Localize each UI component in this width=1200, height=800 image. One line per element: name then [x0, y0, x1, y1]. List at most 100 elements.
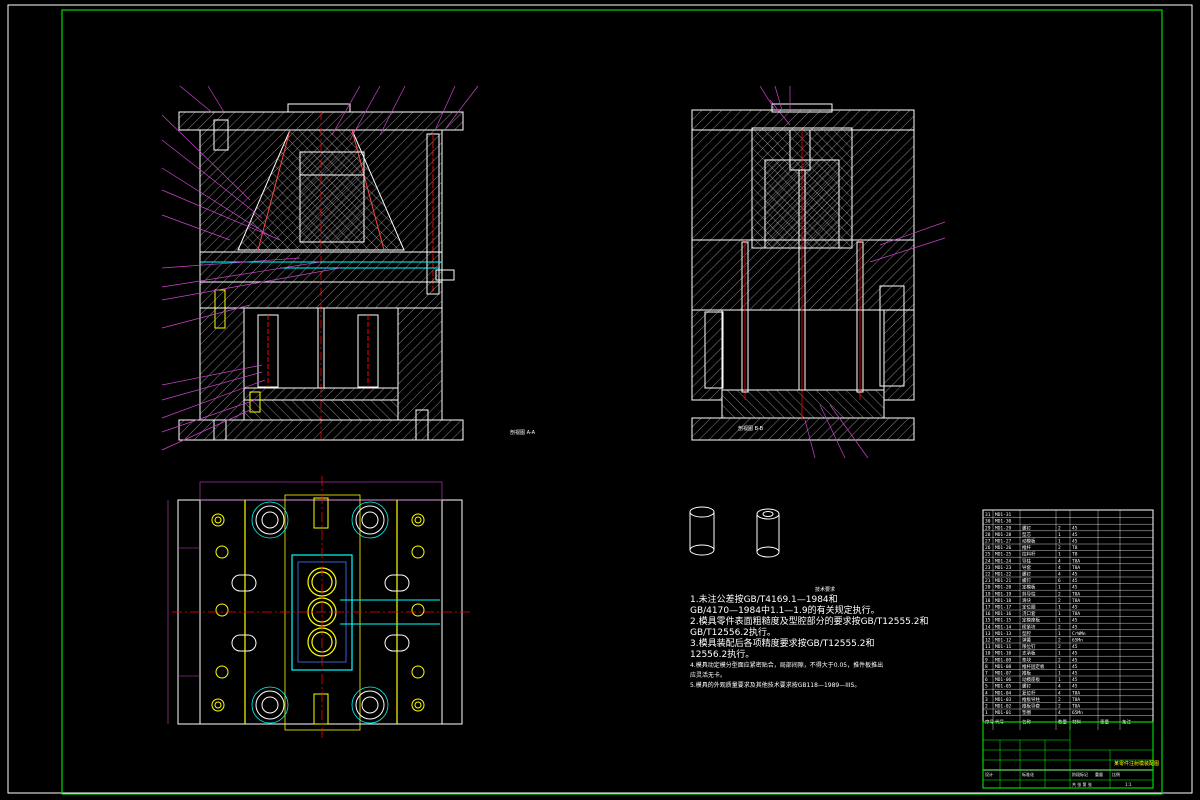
bom-cell: 定位圈: [1022, 604, 1036, 611]
bom-cell: MD1-01: [995, 710, 1012, 716]
bom-cell: 2: [985, 704, 988, 710]
bom-cell: MD1-02: [995, 704, 1012, 710]
bom-cell: 斜导柱: [1022, 590, 1036, 597]
bom-cell: 推板导套: [1022, 703, 1040, 710]
bom-cell: 45: [1072, 651, 1078, 657]
bom-cell: 21: [985, 578, 991, 584]
bom-cell: 45: [1072, 684, 1078, 690]
scale-value: 1:1: [1125, 782, 1132, 787]
bom-cell: 26: [985, 545, 991, 551]
bom-cell: 45: [1072, 664, 1078, 670]
bom-cell: 楔紧块: [1022, 623, 1036, 630]
bom-cell: 1: [1058, 664, 1061, 670]
bom-cell: 31: [985, 512, 991, 518]
bom-cell: 12: [985, 638, 991, 644]
bom-cell: 19: [985, 591, 991, 597]
front-section-view: 剖视图 A-A: [161, 85, 536, 451]
bom-cell: 65Mn: [1072, 638, 1083, 644]
bom-cell: MD1-16: [995, 611, 1012, 617]
bom-cell: 4: [1058, 572, 1061, 578]
bom-cell: MD1-11: [995, 644, 1012, 650]
bom-cell: MD1-09: [995, 657, 1012, 663]
bom-cell: 4: [1058, 710, 1061, 716]
bom-cell: CrWMn: [1072, 631, 1086, 637]
tech-line-2: GB/4170—1984中1.1—1.9的有关规定执行。: [690, 606, 880, 616]
bom-cell: 2: [1058, 545, 1061, 551]
bom-cell: MD1-29: [995, 525, 1012, 531]
plan-view: [167, 476, 470, 740]
bom-cell: 2: [1058, 598, 1061, 604]
bom-cell: 推板导柱: [1022, 696, 1040, 703]
bom-cell: 垫圈: [1022, 709, 1031, 716]
bom-cell: MD1-17: [995, 605, 1012, 611]
bom-cell: 2: [1058, 624, 1061, 630]
bom-cell: 18: [985, 598, 991, 604]
bom-cell: 2: [1058, 638, 1061, 644]
bom-cell: 拉料杆: [1022, 551, 1036, 558]
bom-cell: 动模板: [1022, 538, 1036, 545]
product-isometric-sketches: [689, 506, 780, 558]
bom-cell: 1: [1058, 539, 1061, 545]
weight-label: 重量: [1095, 771, 1103, 777]
bom-cell: MD1-30: [995, 519, 1012, 525]
stage-label: 阶段标记: [1072, 771, 1088, 777]
bom-cell: MD1-27: [995, 539, 1012, 545]
bom-cell: 4: [985, 690, 988, 696]
bom-cell: 45: [1072, 572, 1078, 578]
bom-cell: 45: [1072, 657, 1078, 663]
bom-cell: MD1-24: [995, 558, 1012, 564]
bom-cell: 1: [1058, 677, 1061, 683]
bom-cell: 螺钉: [1022, 524, 1031, 531]
bom-cell: MD1-31: [995, 512, 1012, 518]
bom-cell: T8A: [1072, 611, 1080, 617]
bom-cell: 24: [985, 558, 991, 564]
bom-cell: MD1-23: [995, 565, 1012, 571]
technical-requirements: 技术要求 1.未注公差按GB/T4169.1—1984和 GB/4170—198…: [690, 586, 960, 691]
bom-cell: 1: [1058, 532, 1061, 538]
bom-cell: 支承板: [1022, 650, 1036, 657]
bom-cell: 4: [1058, 558, 1061, 564]
bom-cell: T8A: [1072, 591, 1080, 597]
bom-cell: T8A: [1072, 690, 1080, 696]
tech-line-3: 2.模具零件表面粗糙度及型腔部分的要求按GB/T12555.2和: [690, 617, 929, 627]
bom-cell: 45: [1072, 585, 1078, 591]
bom-cell: 推板: [1022, 670, 1031, 677]
bom-cell: 2: [1058, 591, 1061, 597]
bom-cell: 29: [985, 525, 991, 531]
bom-cell: 导柱: [1022, 557, 1031, 564]
bom-cell: T8A: [1072, 697, 1080, 703]
bom-cell: 5: [985, 684, 988, 690]
bom-cell: MD1-19: [995, 591, 1012, 597]
bom-cell: 45: [1072, 578, 1078, 584]
bom-cell: MD1-10: [995, 651, 1012, 657]
bom-cell: 定模板: [1022, 584, 1036, 591]
bom-cell: 45: [1072, 525, 1078, 531]
bom-cell: 螺钉: [1022, 683, 1031, 690]
bom-cell: MD1-03: [995, 697, 1012, 703]
bom-cell: 1: [1058, 618, 1061, 624]
tech-line-1: 1.未注公差按GB/T4169.1—1984和: [690, 595, 838, 605]
bom-cell: 30: [985, 519, 991, 525]
bom-cell: 1: [985, 710, 988, 716]
bom-cell: 7: [985, 671, 988, 677]
bom-cell: T8: [1072, 545, 1078, 551]
standard-label: 标准化: [1022, 771, 1034, 777]
bom-cell: MD1-28: [995, 532, 1012, 538]
bom-cell: MD1-06: [995, 677, 1012, 683]
bom-cell: 45: [1072, 671, 1078, 677]
bom-cell: 型芯: [1022, 531, 1031, 538]
scale-label: 比例: [1112, 771, 1120, 777]
bom-cell: 滑块: [1022, 597, 1031, 604]
bom-cell: MD1-08: [995, 664, 1012, 670]
bom-cell: T8: [1072, 552, 1078, 558]
bom-cell: 65Mn: [1072, 710, 1083, 716]
bom-cell: 螺钉: [1022, 577, 1031, 584]
title-block: 某零件注射模装配图 设计 标准化 阶段标记 重量 比例 1:1 共 张 第 张: [982, 721, 1159, 789]
bom-cell: 45: [1072, 624, 1078, 630]
bom-cell: 螺钉: [1022, 571, 1031, 578]
bom-cell: 2: [1058, 525, 1061, 531]
designer-label: 设计: [985, 771, 993, 777]
bom-cell: MD1-21: [995, 578, 1012, 584]
bom-cell: 1: [1058, 631, 1061, 637]
bom-cell: 4: [1058, 565, 1061, 571]
